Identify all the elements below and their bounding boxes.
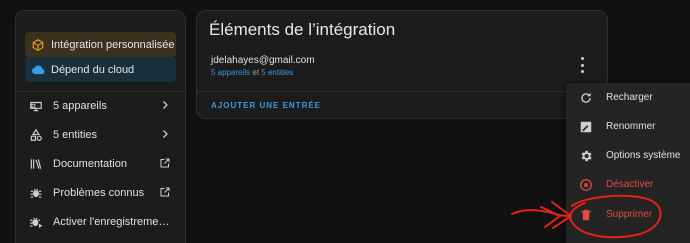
custom-integration-label: Intégration personnalisée	[51, 38, 175, 51]
entry-context-menu: Recharger Renommer Options système Désac…	[566, 83, 690, 243]
sidebar-item-documentation[interactable]: Documentation	[16, 149, 185, 178]
shapes-icon	[29, 128, 43, 142]
menu-item-delete[interactable]: Supprimer	[566, 200, 690, 229]
menu-item-rename[interactable]: Renommer	[566, 112, 690, 141]
sidebar-item-label: Problèmes connus	[53, 186, 145, 199]
sidebar-item-devices[interactable]: 5 appareils	[16, 91, 185, 120]
add-entry-button[interactable]: AJOUTER UNE ENTRÉE	[211, 101, 321, 110]
sidebar-item-label: Activer l'enregistrement des jo...	[53, 215, 175, 228]
account-email: jdelahayes@gmail.com	[211, 55, 315, 66]
open-in-new-icon	[159, 157, 171, 169]
gear-icon	[579, 149, 593, 163]
annotation-arrow	[511, 209, 571, 217]
cloud-icon	[31, 63, 45, 77]
bug-play-icon	[29, 215, 43, 229]
menu-item-label: Supprimer	[606, 209, 653, 220]
book-icon	[29, 157, 43, 171]
chevron-right-icon	[159, 128, 171, 140]
cloud-dependency-label: Dépend du cloud	[51, 63, 135, 76]
bug-icon	[29, 186, 43, 200]
menu-item-system-options[interactable]: Options système	[566, 141, 690, 170]
sidebar-item-label: Documentation	[53, 157, 127, 170]
overflow-menu-button[interactable]	[576, 57, 588, 73]
menu-item-label: Recharger	[606, 92, 653, 103]
card-title: Éléments de l’intégration	[209, 20, 396, 39]
menu-item-label: Options système	[606, 150, 681, 161]
integration-info-card: Intégration personnalisée Dépend du clou…	[15, 10, 186, 243]
stop-circle-icon	[579, 178, 593, 192]
entry-summary: 5 appareils et 5 entities	[211, 68, 293, 77]
sidebar-item-label: 5 appareils	[53, 99, 107, 112]
chevron-right-icon	[159, 99, 171, 111]
sidebar-item-known-issues[interactable]: Problèmes connus	[16, 178, 185, 207]
menu-item-label: Désactiver	[606, 179, 654, 190]
and-text: et	[252, 68, 260, 77]
sidebar-item-debug-logging[interactable]: Activer l'enregistrement des jo...	[16, 207, 185, 236]
open-in-new-icon	[159, 186, 171, 198]
cloud-dependency-badge: Dépend du cloud	[25, 57, 176, 82]
sidebar-item-label: 5 entities	[53, 128, 98, 141]
custom-integration-badge: Intégration personnalisée	[25, 32, 176, 57]
dots-vertical-icon	[580, 57, 584, 60]
package-icon	[31, 38, 45, 52]
trash-icon	[579, 208, 593, 222]
rename-icon	[579, 120, 593, 134]
devices-icon	[29, 99, 43, 113]
sidebar-item-entities[interactable]: 5 entities	[16, 120, 185, 149]
devices-link[interactable]: 5 appareils	[211, 68, 250, 77]
reload-icon	[579, 91, 593, 105]
menu-item-disable[interactable]: Désactiver	[566, 170, 690, 199]
menu-item-reload[interactable]: Recharger	[566, 83, 690, 112]
menu-item-label: Renommer	[606, 121, 656, 132]
entities-link[interactable]: 5 entities	[261, 68, 293, 77]
divider	[197, 91, 607, 92]
integration-entries-card: Éléments de l’intégration jdelahayes@gma…	[196, 10, 608, 119]
